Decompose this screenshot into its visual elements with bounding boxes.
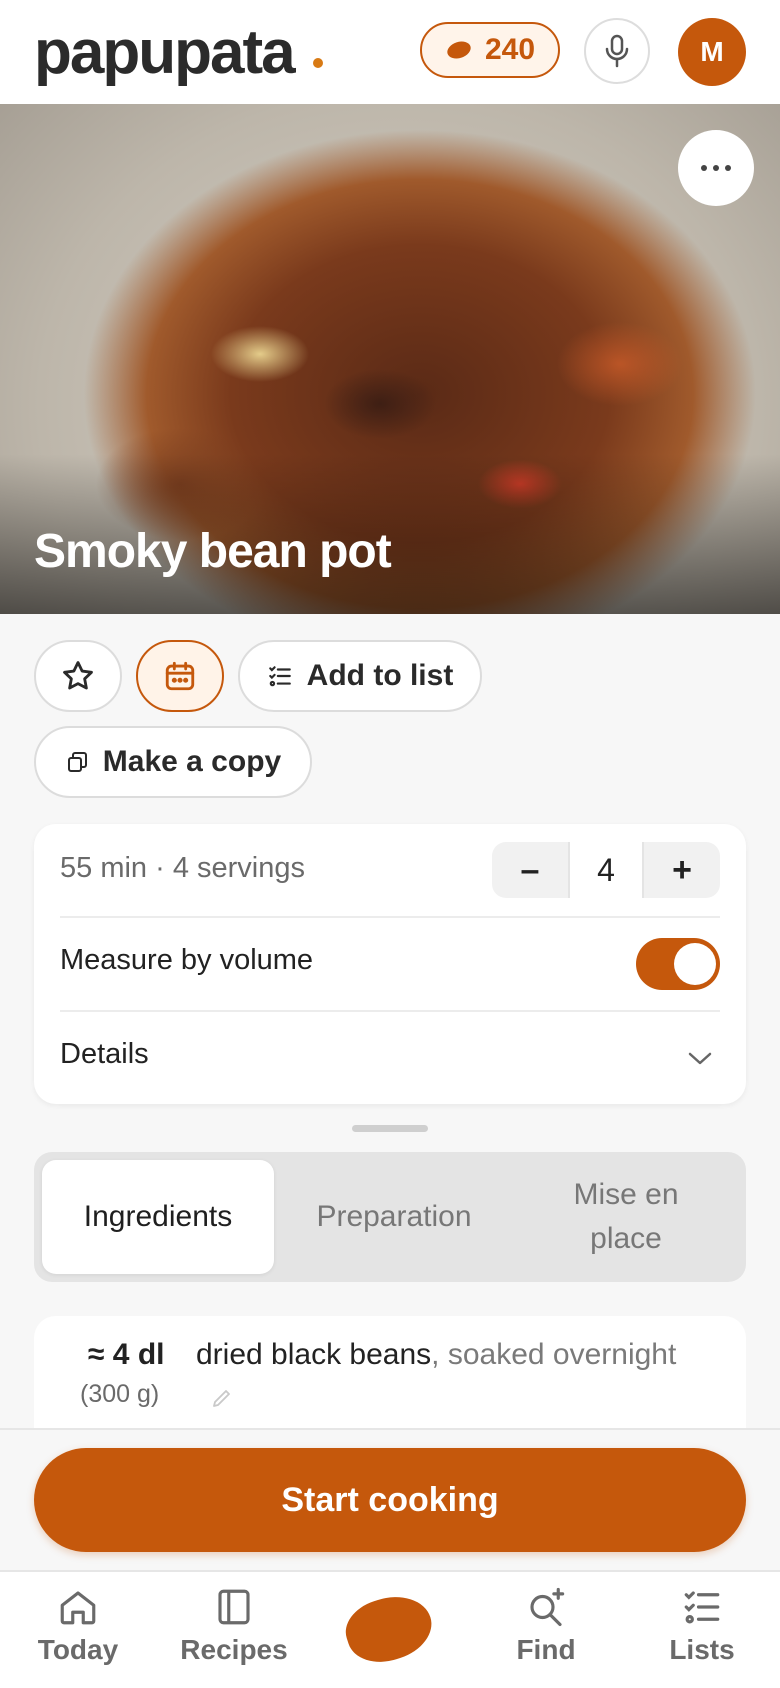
- nav-recipes[interactable]: Recipes: [164, 1586, 304, 1686]
- microphone-icon: [605, 34, 629, 68]
- ingredient-note: , soaked overnight: [431, 1338, 677, 1371]
- ingredient-name: dried black beans: [196, 1338, 432, 1371]
- nav-recipes-label: Recipes: [180, 1634, 288, 1665]
- servings-stepper: – 4 +: [492, 842, 720, 898]
- nav-today[interactable]: Today: [8, 1586, 148, 1686]
- nav-find-label: Find: [516, 1634, 576, 1665]
- make-copy-label: Make a copy: [102, 745, 282, 778]
- nav-today-label: Today: [37, 1634, 119, 1665]
- credits-count: 240: [484, 33, 536, 66]
- recipe-tabs: Ingredients Preparation Mise en place: [34, 1152, 746, 1282]
- favorite-button[interactable]: [34, 640, 122, 712]
- app-header: papupata 240 M: [0, 0, 780, 104]
- search-plus-icon: [530, 1587, 565, 1627]
- details-label[interactable]: Details: [60, 1038, 149, 1071]
- logo-dot: [313, 58, 323, 68]
- app-logo[interactable]: papupata: [34, 18, 296, 88]
- bean-icon[interactable]: [338, 1586, 440, 1672]
- add-to-list-label: Add to list: [306, 659, 454, 692]
- copy-icon: [67, 752, 87, 772]
- decrease-servings-button[interactable]: –: [492, 842, 568, 898]
- recipe-hero-image: Smoky bean pot: [0, 104, 780, 614]
- ingredient-text: dried black beans, soaked overnight: [196, 1338, 676, 1372]
- home-icon: [60, 1591, 96, 1625]
- servings-value: 4: [568, 842, 644, 898]
- bottom-navigation: Today Recipes Find Lists: [0, 1570, 780, 1688]
- calendar-icon: [165, 661, 195, 691]
- schedule-button[interactable]: [136, 640, 224, 712]
- more-options-button[interactable]: [678, 130, 754, 206]
- nav-lists[interactable]: Lists: [632, 1586, 772, 1686]
- card-divider: [60, 916, 720, 918]
- tab-ingredients[interactable]: Ingredients: [42, 1160, 274, 1274]
- bean-icon: [447, 41, 471, 59]
- recipe-meta: 55 min · 4 servings: [60, 852, 305, 884]
- voice-button[interactable]: [584, 18, 650, 84]
- measure-by-volume-toggle[interactable]: [636, 938, 720, 990]
- chevron-down-icon[interactable]: [686, 1048, 714, 1068]
- recipe-info-card: 55 min · 4 servings – 4 + Measure by vol…: [34, 824, 746, 1104]
- credits-badge[interactable]: 240: [420, 22, 560, 78]
- measure-by-volume-label: Measure by volume: [60, 944, 314, 976]
- recipe-title: Smoky bean pot: [34, 525, 392, 578]
- make-copy-button[interactable]: Make a copy: [34, 726, 312, 798]
- card-divider: [60, 1010, 720, 1012]
- star-icon: [63, 661, 93, 690]
- nav-find[interactable]: Find: [476, 1586, 616, 1686]
- list-add-icon: [268, 666, 291, 687]
- add-to-list-button[interactable]: Add to list: [238, 640, 482, 712]
- nav-lists-label: Lists: [669, 1634, 735, 1665]
- tab-mise-en-place[interactable]: Mise en place: [514, 1160, 738, 1274]
- start-cooking-bar: Start cooking: [0, 1428, 780, 1570]
- toggle-knob: [674, 943, 716, 985]
- ingredient-list: ≈ 4 dl (300 g) dried black beans, soaked…: [34, 1316, 746, 1436]
- user-avatar[interactable]: M: [678, 18, 746, 86]
- book-icon: [218, 1589, 250, 1625]
- increase-servings-button[interactable]: +: [644, 842, 720, 898]
- ingredient-weight: (300 g): [80, 1380, 160, 1408]
- drag-handle[interactable]: [352, 1125, 428, 1132]
- more-dots-icon: [701, 165, 707, 171]
- tab-preparation[interactable]: Preparation: [282, 1160, 506, 1274]
- start-cooking-button[interactable]: Start cooking: [34, 1448, 746, 1552]
- edit-pencil-icon[interactable]: [210, 1386, 234, 1410]
- checklist-icon: [684, 1591, 720, 1624]
- ingredient-amount: ≈ 4 dl: [88, 1338, 165, 1371]
